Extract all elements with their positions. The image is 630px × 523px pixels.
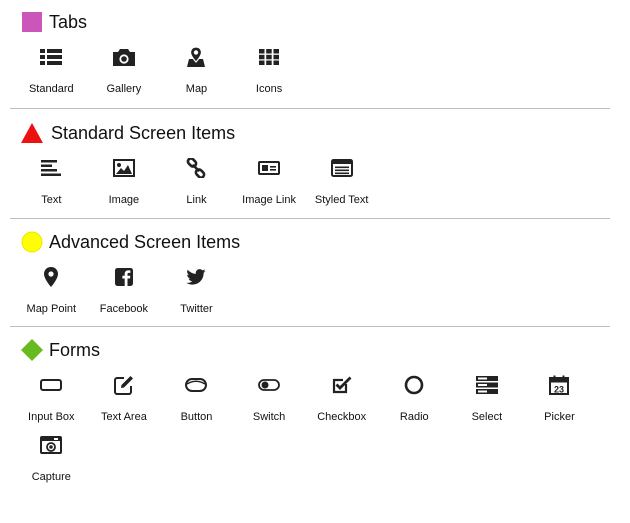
select-icon bbox=[475, 373, 498, 397]
item-label: Select bbox=[471, 411, 503, 423]
item-label: Checkbox bbox=[317, 411, 367, 423]
input-box-icon bbox=[40, 373, 63, 397]
item-label: Facebook bbox=[99, 303, 149, 315]
item-map-point[interactable]: Map Point bbox=[15, 257, 88, 317]
item-image[interactable]: Image bbox=[88, 148, 161, 208]
pink-square-icon bbox=[22, 12, 42, 32]
item-label: Icons bbox=[255, 83, 283, 95]
item-label: Capture bbox=[31, 471, 71, 483]
edit-icon bbox=[113, 373, 134, 397]
item-input-box[interactable]: Input Box bbox=[15, 365, 88, 425]
calendar-icon: 23 bbox=[549, 373, 570, 397]
item-map[interactable]: Map bbox=[160, 37, 233, 97]
section-header: Tabs bbox=[0, 7, 630, 37]
item-gallery[interactable]: Gallery bbox=[88, 37, 161, 97]
item-switch[interactable]: Switch bbox=[233, 365, 306, 425]
section-advanced-screen-items: Advanced Screen Items Map Point Facebook… bbox=[0, 219, 630, 317]
section-header: Standard Screen Items bbox=[0, 118, 630, 148]
item-standard[interactable]: Standard bbox=[15, 37, 88, 97]
list-icon bbox=[40, 45, 63, 69]
item-label: Styled Text bbox=[314, 194, 369, 206]
item-grid: Input Box Text Area Button Switch Checkb… bbox=[0, 365, 615, 485]
item-label: Picker bbox=[544, 411, 575, 423]
text-align-icon bbox=[41, 156, 62, 180]
capture-icon bbox=[40, 433, 63, 457]
section-title: Forms bbox=[49, 340, 100, 360]
map-icon bbox=[186, 45, 206, 69]
item-button[interactable]: Button bbox=[160, 365, 233, 425]
item-label: Text bbox=[41, 194, 62, 206]
item-select[interactable]: Select bbox=[451, 365, 524, 425]
map-marker-icon bbox=[44, 265, 59, 289]
section-standard-screen-items: Standard Screen Items Text Image Link Im… bbox=[0, 109, 630, 208]
item-capture[interactable]: Capture bbox=[15, 425, 88, 485]
item-label: Standard bbox=[28, 83, 74, 95]
item-label: Twitter bbox=[180, 303, 213, 315]
section-header: Forms bbox=[0, 335, 630, 365]
item-link[interactable]: Link bbox=[160, 148, 233, 208]
item-label: Image Link bbox=[242, 194, 296, 206]
item-twitter[interactable]: Twitter bbox=[160, 257, 233, 317]
item-facebook[interactable]: Facebook bbox=[88, 257, 161, 317]
item-label: Gallery bbox=[106, 83, 142, 95]
section-forms: Forms Input Box Text Area Button Switch … bbox=[0, 327, 630, 485]
item-label: Map Point bbox=[26, 303, 77, 315]
item-picker[interactable]: 23 Picker bbox=[523, 365, 596, 425]
toggle-icon bbox=[258, 373, 280, 397]
item-text[interactable]: Text bbox=[15, 148, 88, 208]
grid-icon bbox=[259, 45, 280, 69]
item-checkbox[interactable]: Checkbox bbox=[305, 365, 378, 425]
camera-icon bbox=[112, 45, 135, 69]
link-icon bbox=[186, 156, 206, 180]
twitter-icon bbox=[186, 265, 207, 289]
item-label: Switch bbox=[252, 411, 286, 423]
item-grid: Map Point Facebook Twitter bbox=[0, 257, 615, 317]
image-icon bbox=[112, 156, 135, 180]
button-icon bbox=[185, 373, 208, 397]
item-radio[interactable]: Radio bbox=[378, 365, 451, 425]
red-triangle-icon bbox=[21, 123, 43, 143]
section-title: Advanced Screen Items bbox=[49, 232, 241, 252]
item-label: Input Box bbox=[28, 411, 75, 423]
item-text-area[interactable]: Text Area bbox=[88, 365, 161, 425]
item-label: Text Area bbox=[100, 411, 147, 423]
green-diamond-icon bbox=[21, 339, 43, 361]
item-label: Link bbox=[186, 194, 207, 206]
section-tabs: Tabs Standard Gallery Map Icons bbox=[0, 0, 630, 97]
radio-icon bbox=[404, 373, 424, 397]
item-styled-text[interactable]: Styled Text bbox=[305, 148, 378, 208]
item-grid: Standard Gallery Map Icons bbox=[0, 37, 615, 97]
section-title: Tabs bbox=[49, 12, 88, 32]
component-palette: Tabs Standard Gallery Map Icons Standard… bbox=[0, 0, 630, 485]
item-label: Image bbox=[108, 194, 140, 206]
item-icons[interactable]: Icons bbox=[233, 37, 306, 97]
calendar-day: 23 bbox=[554, 385, 564, 395]
item-label: Radio bbox=[399, 411, 429, 423]
section-title: Standard Screen Items bbox=[51, 123, 236, 143]
styled-text-icon bbox=[330, 156, 353, 180]
facebook-icon bbox=[114, 265, 133, 289]
item-label: Button bbox=[180, 411, 213, 423]
section-header: Advanced Screen Items bbox=[0, 227, 630, 257]
item-label: Map bbox=[185, 83, 208, 95]
item-grid: Text Image Link Image Link Styled Text bbox=[0, 148, 615, 208]
yellow-circle-icon bbox=[21, 231, 43, 253]
image-link-icon bbox=[258, 156, 281, 180]
item-image-link[interactable]: Image Link bbox=[233, 148, 306, 208]
checkbox-icon bbox=[332, 373, 352, 397]
